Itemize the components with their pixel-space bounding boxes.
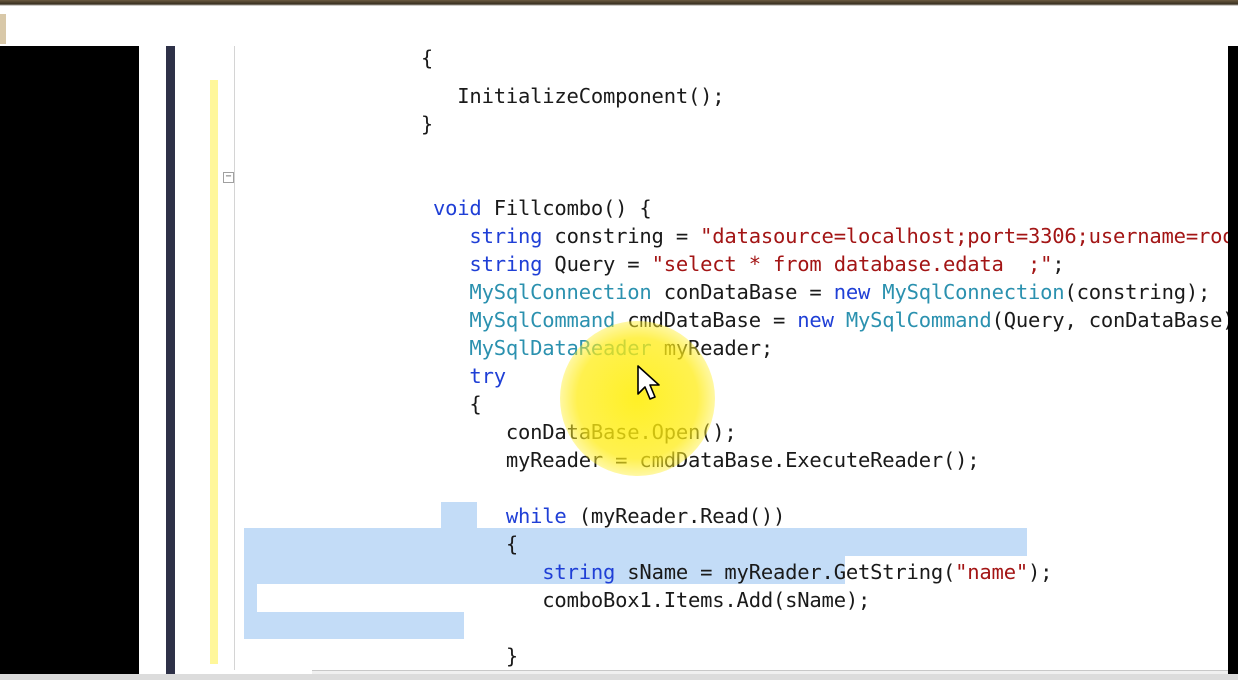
code-line[interactable]: while (myReader.Read()) xyxy=(348,502,785,530)
code-token: { xyxy=(469,392,482,416)
code-line[interactable]: void Fillcombo() { xyxy=(348,194,652,222)
code-token: new xyxy=(797,308,834,332)
code-line[interactable]: { xyxy=(348,390,482,418)
code-token: MySqlConnection xyxy=(882,280,1065,304)
code-token: myReader; xyxy=(651,336,773,360)
code-token: comboBox1.Items.Add(sName); xyxy=(542,588,871,612)
code-editor[interactable]: − { InitializeComponent(); } void Fillco… xyxy=(139,46,1228,680)
code-token: string xyxy=(469,252,543,276)
code-token: try xyxy=(469,364,506,388)
code-token: } xyxy=(505,644,519,668)
code-line[interactable]: try xyxy=(348,362,506,390)
code-token: MySqlCommand xyxy=(845,308,992,332)
code-line[interactable]: myReader = cmdDataBase.ExecuteReader(); xyxy=(348,446,980,474)
code-token: ); xyxy=(1027,560,1053,584)
code-token: { xyxy=(420,46,434,70)
code-line[interactable]: InitializeComponent(); xyxy=(348,82,724,110)
code-token: InitializeComponent(); xyxy=(457,84,725,108)
code-token: conDataBase.Open(); xyxy=(505,420,737,444)
code-token: sName = myReader.GetString( xyxy=(615,560,956,584)
code-text-area[interactable]: { InitializeComponent(); } void Fillcomb… xyxy=(139,46,1228,680)
code-line[interactable]: MySqlDataReader myReader; xyxy=(348,334,773,362)
code-token: while xyxy=(505,504,567,528)
code-line[interactable]: string constring = "datasource=localhost… xyxy=(348,222,1228,250)
code-line[interactable]: } xyxy=(348,642,518,670)
code-token: string xyxy=(542,560,616,584)
code-token: cmdDataBase = xyxy=(615,308,798,332)
code-line[interactable]: { xyxy=(348,530,518,558)
code-token: } xyxy=(420,112,434,136)
code-token: "select * from database.edata ;" xyxy=(651,252,1053,276)
code-token: (Query, conDataBase); xyxy=(991,308,1228,332)
code-token: constring = xyxy=(542,224,701,248)
code-line[interactable]: MySqlConnection conDataBase = new MySqlC… xyxy=(348,278,1210,306)
code-token: Query = xyxy=(542,252,652,276)
code-token: conDataBase = xyxy=(651,280,834,304)
code-token: ; xyxy=(1052,252,1065,276)
code-line[interactable]: MySqlCommand cmdDataBase = new MySqlComm… xyxy=(348,306,1228,334)
code-token: MySqlConnection xyxy=(469,280,652,304)
code-line[interactable]: string Query = "select * from database.e… xyxy=(348,250,1064,278)
code-line[interactable]: } xyxy=(348,110,433,138)
code-token: myReader = cmdDataBase.ExecuteReader(); xyxy=(505,448,980,472)
code-token: Fillcombo() { xyxy=(481,196,652,220)
code-token: MySqlDataReader xyxy=(469,336,652,360)
code-token: void xyxy=(433,196,482,220)
taskbar-edge xyxy=(0,14,6,44)
code-token: "name" xyxy=(955,560,1028,584)
window-top-bar xyxy=(0,0,1238,46)
code-token: string xyxy=(469,224,543,248)
code-token: (constring); xyxy=(1064,280,1211,304)
code-line[interactable]: { xyxy=(348,46,433,72)
code-token: MySqlCommand xyxy=(469,308,616,332)
code-token: "datasource=localhost;port=3306;username… xyxy=(700,224,1228,248)
code-line[interactable]: string sName = myReader.GetString("name"… xyxy=(348,558,1052,586)
code-token: { xyxy=(505,532,519,556)
code-token: (myReader.Read()) xyxy=(566,504,786,528)
code-line[interactable]: conDataBase.Open(); xyxy=(348,418,737,446)
mouse-pointer-icon xyxy=(637,365,660,400)
status-strip xyxy=(0,674,1238,680)
code-line[interactable]: comboBox1.Items.Add(sName); xyxy=(348,586,870,614)
code-token: new xyxy=(833,280,871,304)
screen-edge xyxy=(1228,46,1238,680)
